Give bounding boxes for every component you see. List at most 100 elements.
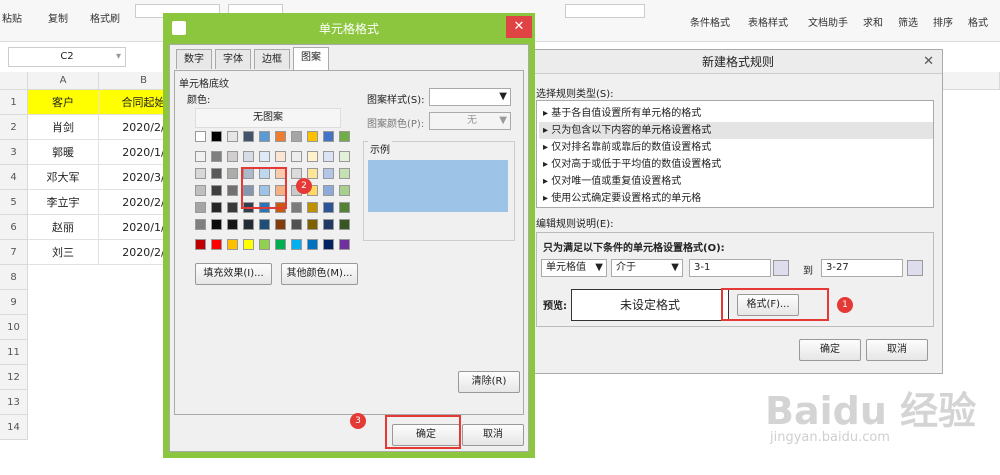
- color-swatch[interactable]: [275, 131, 286, 142]
- value-from-input[interactable]: 3-1: [689, 259, 771, 277]
- format-brush-button[interactable]: 格式刷: [90, 10, 120, 25]
- color-swatch[interactable]: [259, 239, 270, 250]
- color-swatch[interactable]: [323, 219, 334, 230]
- row-header[interactable]: 10: [0, 315, 28, 340]
- number-format-select[interactable]: [565, 4, 645, 18]
- format-button[interactable]: 格式: [968, 14, 988, 29]
- color-swatch[interactable]: [291, 168, 302, 179]
- color-swatch[interactable]: [291, 202, 302, 213]
- column-header-a[interactable]: A: [28, 72, 99, 90]
- tab-border[interactable]: 边框: [254, 49, 290, 69]
- color-swatch[interactable]: [307, 219, 318, 230]
- color-swatch[interactable]: [227, 168, 238, 179]
- pattern-style-select[interactable]: ▼: [429, 88, 511, 106]
- color-swatch[interactable]: [323, 239, 334, 250]
- color-swatch[interactable]: [211, 219, 222, 230]
- list-item[interactable]: ▸ 仅对排名靠前或靠后的数值设置格式: [543, 139, 711, 156]
- color-swatch[interactable]: [195, 131, 206, 142]
- row-header[interactable]: 4: [0, 165, 28, 190]
- color-swatch[interactable]: [227, 202, 238, 213]
- row-header[interactable]: 12: [0, 365, 28, 390]
- table-cell[interactable]: 李立宇: [28, 190, 99, 215]
- color-swatch[interactable]: [211, 131, 222, 142]
- no-pattern-button[interactable]: 无图案: [195, 108, 341, 128]
- color-swatch[interactable]: [323, 151, 334, 162]
- doc-helper-button[interactable]: 文档助手: [808, 14, 848, 29]
- table-style-button[interactable]: 表格样式: [748, 14, 788, 29]
- rule-type-list[interactable]: ▸ 基于各自值设置所有单元格的格式 ▸ 只为包含以下内容的单元格设置格式 ▸ 仅…: [536, 100, 934, 208]
- list-item[interactable]: ▸ 仅对唯一值或重复值设置格式: [543, 173, 681, 190]
- color-swatch[interactable]: [339, 151, 350, 162]
- value-to-input[interactable]: 3-27: [821, 259, 903, 277]
- color-swatch[interactable]: [243, 151, 254, 162]
- color-swatch[interactable]: [323, 202, 334, 213]
- color-swatch[interactable]: [291, 151, 302, 162]
- color-swatch[interactable]: [243, 131, 254, 142]
- tab-pattern[interactable]: 图案: [293, 47, 329, 70]
- row-header[interactable]: 8: [0, 265, 28, 290]
- row-header[interactable]: 5: [0, 190, 28, 215]
- color-swatch[interactable]: [227, 219, 238, 230]
- color-swatch[interactable]: [211, 185, 222, 196]
- row-header[interactable]: 3: [0, 140, 28, 165]
- name-box[interactable]: C2 ▾: [8, 47, 126, 67]
- condition-field-select[interactable]: 单元格值 ▼: [541, 259, 607, 277]
- color-swatch[interactable]: [339, 239, 350, 250]
- color-swatch[interactable]: [339, 185, 350, 196]
- row-header[interactable]: 11: [0, 340, 28, 365]
- color-swatch[interactable]: [275, 239, 286, 250]
- color-swatch[interactable]: [195, 219, 206, 230]
- color-swatch[interactable]: [323, 185, 334, 196]
- row-header[interactable]: 13: [0, 390, 28, 415]
- list-item[interactable]: ▸ 基于各自值设置所有单元格的格式: [543, 105, 701, 122]
- color-swatch[interactable]: [227, 185, 238, 196]
- table-header-cell[interactable]: 客户: [28, 90, 99, 115]
- table-cell[interactable]: 肖剑: [28, 115, 99, 140]
- sort-button[interactable]: 排序: [933, 14, 953, 29]
- color-swatch[interactable]: [291, 219, 302, 230]
- row-header[interactable]: 1: [0, 90, 28, 115]
- color-swatch[interactable]: [339, 168, 350, 179]
- color-swatch[interactable]: [211, 239, 222, 250]
- color-swatch[interactable]: [339, 131, 350, 142]
- color-swatch[interactable]: [211, 202, 222, 213]
- color-swatch[interactable]: [259, 151, 270, 162]
- color-swatch[interactable]: [211, 151, 222, 162]
- condition-operator-select[interactable]: 介于 ▼: [611, 259, 683, 277]
- table-cell[interactable]: 郭暖: [28, 140, 99, 165]
- color-swatch[interactable]: [227, 239, 238, 250]
- row-header[interactable]: 6: [0, 215, 28, 240]
- row-header[interactable]: 14: [0, 415, 28, 440]
- range-picker-icon[interactable]: [773, 260, 789, 276]
- color-swatch[interactable]: [195, 185, 206, 196]
- color-swatch[interactable]: [307, 202, 318, 213]
- cancel-button[interactable]: 取消: [462, 424, 524, 446]
- color-swatch[interactable]: [195, 239, 206, 250]
- color-swatch[interactable]: [195, 168, 206, 179]
- list-item[interactable]: ▸ 仅对高于或低于平均值的数值设置格式: [543, 156, 721, 173]
- range-picker-icon[interactable]: [907, 260, 923, 276]
- color-swatch[interactable]: [291, 131, 302, 142]
- tab-number[interactable]: 数字: [176, 49, 212, 69]
- color-swatch[interactable]: [211, 168, 222, 179]
- color-swatch[interactable]: [307, 168, 318, 179]
- corner-select-all[interactable]: [0, 72, 28, 90]
- table-cell[interactable]: 赵丽: [28, 215, 99, 240]
- color-swatch[interactable]: [195, 151, 206, 162]
- list-item[interactable]: ▸ 使用公式确定要设置格式的单元格: [543, 190, 701, 207]
- conditional-format-button[interactable]: 条件格式: [690, 14, 730, 29]
- color-swatch[interactable]: [323, 168, 334, 179]
- color-swatch[interactable]: [243, 239, 254, 250]
- fill-effects-button[interactable]: 填充效果(I)...: [195, 263, 272, 285]
- color-swatch[interactable]: [259, 219, 270, 230]
- color-swatch[interactable]: [227, 151, 238, 162]
- close-icon[interactable]: ✕: [506, 16, 532, 38]
- filter-button[interactable]: 筛选: [898, 14, 918, 29]
- color-swatch[interactable]: [307, 239, 318, 250]
- row-header[interactable]: 2: [0, 115, 28, 140]
- color-swatch[interactable]: [339, 202, 350, 213]
- cancel-button[interactable]: 取消: [866, 339, 928, 361]
- color-swatch[interactable]: [339, 219, 350, 230]
- ok-button[interactable]: 确定: [799, 339, 861, 361]
- sum-button[interactable]: 求和: [863, 14, 883, 29]
